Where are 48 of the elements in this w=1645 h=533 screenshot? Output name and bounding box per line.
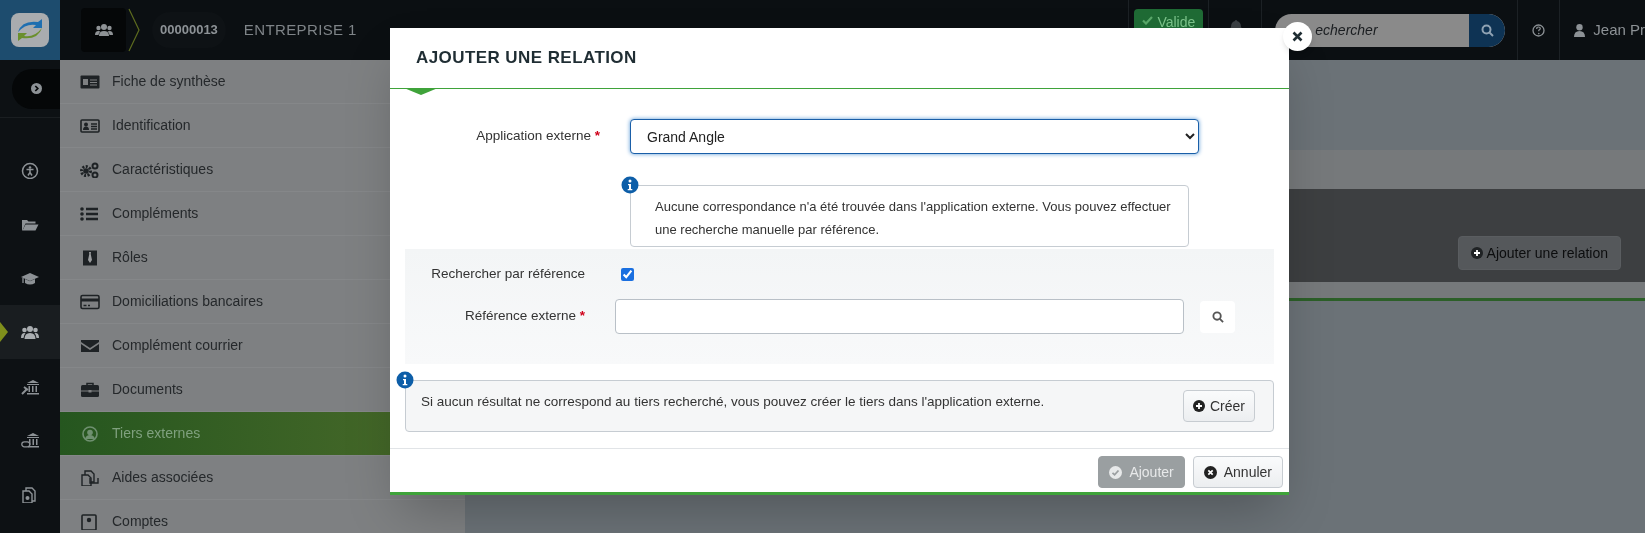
field-label: Référence externe * <box>463 307 585 326</box>
documents-icon <box>21 485 39 503</box>
search-field[interactable]: echercher <box>1275 13 1506 47</box>
plus-circle-icon <box>1470 247 1483 259</box>
add-relation-button[interactable]: Ajouter une relation <box>1457 236 1621 270</box>
close-icon <box>1292 31 1303 42</box>
search-button[interactable] <box>1200 300 1235 333</box>
application-select[interactable]: Grand Angle <box>630 119 1199 154</box>
bank-icon <box>21 377 39 395</box>
app-logo-icon[interactable] <box>0 0 60 60</box>
user-name[interactable]: Jean Pr <box>1593 18 1645 42</box>
group-icon[interactable] <box>81 8 126 52</box>
credit-card-icon <box>80 293 100 310</box>
briefcase-icon <box>80 381 100 398</box>
tie-badge-icon <box>80 249 100 266</box>
user-icon[interactable] <box>1574 23 1586 37</box>
id-card-icon <box>80 73 100 90</box>
plus-circle-icon <box>1193 400 1205 412</box>
check-icon <box>1142 16 1154 25</box>
reference-input[interactable] <box>615 299 1184 334</box>
accessibility-icon <box>21 161 39 179</box>
close-circle-icon <box>1203 465 1217 479</box>
breadcrumb-separator-icon <box>128 8 140 52</box>
create-button[interactable]: Créer <box>1183 390 1255 422</box>
record-name: ENTREPRISE 1 <box>243 19 357 40</box>
rail-item[interactable] <box>0 305 60 359</box>
active-marker-icon <box>0 322 8 342</box>
field-label: Application externe * <box>475 127 600 146</box>
search-input[interactable]: echercher <box>1275 19 1470 41</box>
list-icon <box>80 205 100 222</box>
sidebar-toggle-button[interactable] <box>12 68 60 109</box>
envelope-icon <box>80 337 100 354</box>
search-button[interactable] <box>1469 13 1506 47</box>
sidebar-item[interactable]: Comptes <box>60 500 465 533</box>
info-message: Aucune correspondance n'a été trouvée dans l'application externe. Vous pouvez effectuer une recherche manuelle par référence. <box>630 185 1189 247</box>
search-icon <box>1480 23 1494 37</box>
bank-icon <box>21 431 39 449</box>
search-icon <box>1211 310 1224 323</box>
user-circle-icon <box>80 425 100 442</box>
search-by-reference-checkbox[interactable] <box>621 267 634 281</box>
copy-icon <box>80 469 100 486</box>
group-icon <box>21 323 39 341</box>
cancel-button[interactable]: Annuler <box>1192 456 1283 488</box>
check-circle-icon <box>1109 465 1123 479</box>
id-card-icon <box>80 117 100 134</box>
chevron-right-icon <box>30 83 42 94</box>
info-icon <box>621 176 639 194</box>
help-icon[interactable] <box>1532 23 1546 37</box>
